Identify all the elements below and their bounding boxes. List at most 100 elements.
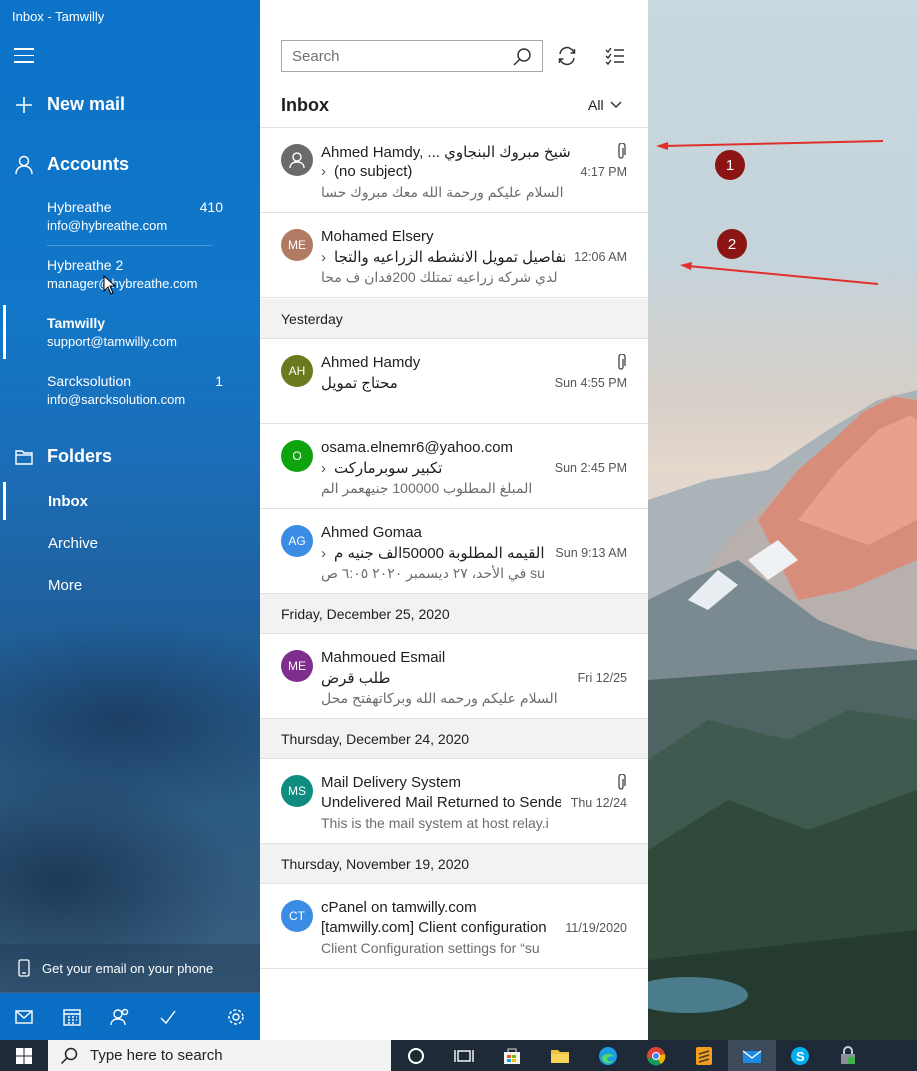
message-item[interactable]: MS Mail Delivery System Undelivered Mail… — [260, 759, 648, 844]
attachment-paperclip-icon — [618, 774, 626, 790]
people-icon[interactable] — [96, 993, 144, 1040]
desktop-wallpaper: 1 2 — [648, 0, 917, 1040]
message-item[interactable]: AG Ahmed Gomaa › القيمه المطلوبة 50000الف… — [260, 509, 648, 594]
message-subject: › القيمه المطلوبة 50000الف جنيه م — [321, 544, 547, 562]
message-sender: osama.elnemr6@yahoo.com — [321, 439, 513, 456]
message-item[interactable]: AH Ahmed Hamdy محتاج تمويل Sun 4:55 PM — [260, 339, 648, 424]
search-box[interactable] — [281, 40, 543, 72]
subject-text: تفاصيل تمويل الانشطه الزراعيه والتجا — [334, 249, 565, 266]
window-title: Inbox - Tamwilly — [12, 9, 105, 24]
search-icon — [60, 1047, 78, 1064]
folders-header[interactable]: Folders — [14, 446, 112, 467]
divider — [47, 245, 212, 246]
message-subject: محتاج تمويل — [321, 375, 398, 392]
attachment-paperclip-icon — [618, 354, 626, 370]
microsoft-store-icon[interactable] — [488, 1040, 536, 1071]
message-time: 4:17 PM — [580, 165, 627, 179]
taskbar-search-placeholder: Type here to search — [90, 1047, 223, 1064]
message-subject: › تفاصيل تمويل الانشطه الزراعيه والتجا — [321, 248, 565, 266]
security-lock-app-icon[interactable] — [824, 1040, 872, 1071]
message-preview: في الأحد، ٢٧ ديسمبر ٢٠٢٠ ٦:٠٥ ص su — [321, 565, 545, 581]
date-group-header: Thursday, December 24, 2020 — [260, 719, 648, 759]
app-switcher-bar — [0, 993, 260, 1040]
account-hybreathe-2[interactable]: Hybreathe 2 manager@hybreathe.com — [47, 257, 237, 291]
message-sender: Mohamed Elsery — [321, 228, 434, 245]
edge-browser-icon[interactable] — [584, 1040, 632, 1071]
subject-text: (no subject) — [334, 163, 413, 180]
message-time: Thu 12/24 — [570, 796, 627, 810]
message-time: Sun 9:13 AM — [555, 546, 627, 560]
chrome-browser-icon[interactable] — [632, 1040, 680, 1071]
sidebar: Inbox - Tamwilly New mail Accounts Hybre… — [0, 0, 260, 1040]
chevron-down-icon — [610, 101, 622, 109]
account-hybreathe[interactable]: Hybreathe info@hybreathe.com 410 — [47, 199, 237, 233]
message-sender: Ahmed Hamdy — [321, 354, 421, 371]
settings-gear-icon[interactable] — [212, 993, 260, 1040]
message-time: Sun 2:45 PM — [554, 461, 627, 475]
selected-account-indicator — [3, 305, 6, 359]
message-sender: Ahmed Gomaa — [321, 524, 422, 541]
windows-start-button[interactable] — [0, 1040, 48, 1071]
account-name: Tamwilly — [47, 315, 106, 331]
folder-inbox[interactable]: Inbox — [48, 493, 88, 510]
avatar: AG — [281, 525, 313, 557]
account-tamwilly[interactable]: Tamwilly support@tamwilly.com — [47, 315, 237, 349]
annotation-arrows — [656, 140, 884, 285]
accounts-header[interactable]: Accounts — [14, 154, 129, 175]
sync-icon[interactable] — [555, 44, 579, 68]
message-preview: السلام عليكم ورحمه الله وبركاتهفتح محل — [321, 690, 558, 706]
message-subject: طلب قرض — [321, 670, 391, 687]
new-mail-label: New mail — [47, 94, 126, 114]
hamburger-menu-icon[interactable] — [14, 48, 34, 64]
search-icon[interactable] — [512, 47, 532, 67]
date-group-header: Yesterday — [260, 299, 648, 339]
subject-text: تكبير سوبرماركت — [334, 460, 443, 477]
phone-promo-label: Get your email on your phone — [42, 960, 214, 976]
cortana-icon[interactable] — [392, 1040, 440, 1071]
message-time: Sun 4:55 PM — [554, 376, 627, 390]
folder-archive[interactable]: Archive — [48, 535, 98, 552]
filter-label: All — [588, 97, 604, 113]
message-item[interactable]: Ahmed Hamdy, ... شيخ مبروك البنجاوي, › (n… — [260, 128, 648, 213]
avatar — [281, 144, 313, 176]
avatar: AH — [281, 355, 313, 387]
mail-icon[interactable] — [0, 993, 48, 1040]
message-preview: المبلغ المطلوب 100000 جنيهعمر الم — [321, 480, 533, 496]
account-sarcksolution[interactable]: Sarcksolution info@sarcksolution.com 1 — [47, 373, 237, 407]
selection-mode-icon[interactable] — [603, 44, 627, 68]
message-preview: السلام عليكم ورحمة الله معك مبروك حسا — [321, 184, 564, 200]
message-item[interactable]: ME Mohamed Elsery › تفاصيل تمويل الانشطه … — [260, 213, 648, 298]
unread-count: 410 — [199, 199, 223, 215]
mail-app-icon[interactable] — [728, 1040, 776, 1071]
account-email: info@hybreathe.com — [47, 218, 168, 233]
sublime-text-icon[interactable] — [680, 1040, 728, 1071]
accounts-label: Accounts — [47, 154, 130, 174]
task-view-icon[interactable] — [440, 1040, 488, 1071]
folders-label: Folders — [47, 446, 113, 466]
message-item[interactable]: O osama.elnemr6@yahoo.com › تكبير سوبرمار… — [260, 424, 648, 509]
mouse-cursor-icon — [103, 275, 116, 295]
folder-more[interactable]: More — [48, 577, 82, 594]
todo-icon[interactable] — [144, 993, 192, 1040]
windows-taskbar: Type here to search S — [0, 1040, 917, 1071]
message-item[interactable]: ME Mahmoued Esmail طلب قرض Fri 12/25 الس… — [260, 634, 648, 719]
chevron-right-icon: › — [321, 163, 326, 180]
filter-dropdown[interactable]: All — [588, 97, 622, 113]
svg-text:S: S — [796, 1049, 805, 1064]
annotation-marker-2: 2 — [717, 229, 747, 259]
calendar-icon[interactable] — [48, 993, 96, 1040]
new-mail-button[interactable]: New mail — [14, 94, 125, 115]
message-preview: لدي شركه زراعيه تمتلك 200فدان ف محا — [321, 269, 558, 285]
file-explorer-icon[interactable] — [536, 1040, 584, 1071]
avatar: ME — [281, 229, 313, 261]
search-input[interactable] — [292, 43, 502, 69]
avatar: ME — [281, 650, 313, 682]
folder-icon — [14, 447, 34, 467]
skype-icon[interactable]: S — [776, 1040, 824, 1071]
message-item[interactable]: CT cPanel on tamwilly.com [tamwilly.com]… — [260, 884, 648, 969]
taskbar-search-box[interactable]: Type here to search — [48, 1040, 391, 1071]
message-time: Fri 12/25 — [577, 671, 627, 685]
avatar: O — [281, 440, 313, 472]
get-email-on-phone-link[interactable]: Get your email on your phone — [0, 944, 260, 992]
windows-logo-icon — [16, 1047, 32, 1064]
